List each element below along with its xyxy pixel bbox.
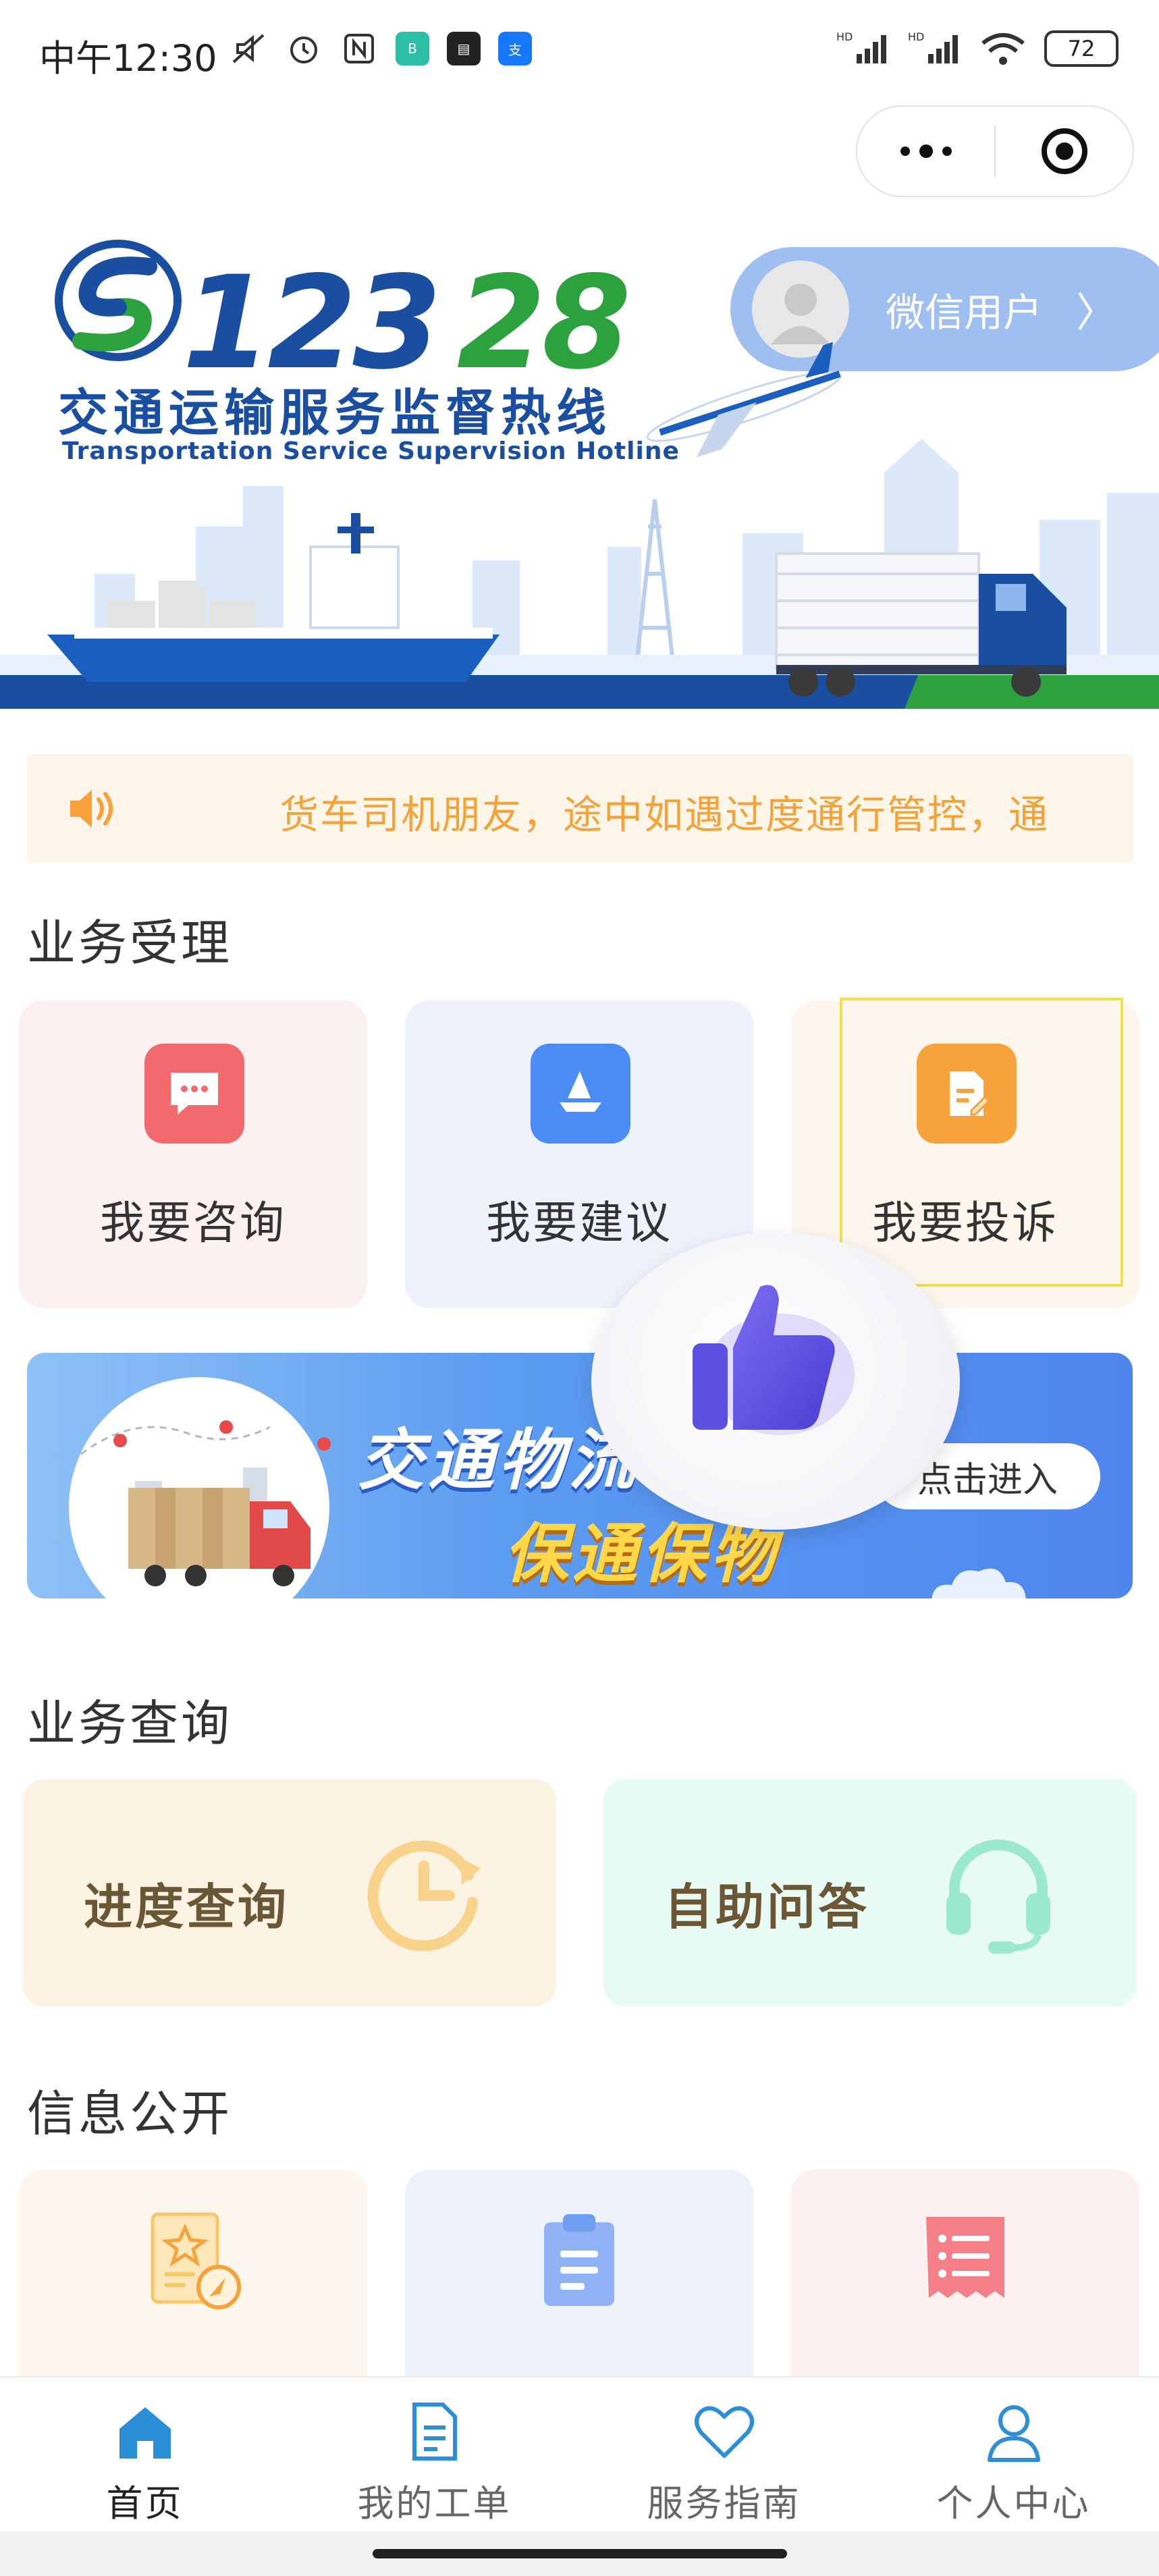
section-title-query: 业务查询 xyxy=(27,1695,233,1752)
policy-document-icon xyxy=(151,2212,241,2309)
hd-signal-icon: HD xyxy=(836,30,886,63)
status-time: 中午12:30 xyxy=(39,37,217,80)
mini-program-capsule xyxy=(856,105,1134,197)
section-title-business: 业务受理 xyxy=(27,915,233,971)
status-right-icons: HD HD 72 xyxy=(836,30,1118,68)
transport-scene-illustration xyxy=(0,342,1159,709)
consult-label: 我要咨询 xyxy=(100,1197,286,1249)
tab-home[interactable]: 首页 xyxy=(0,2378,290,2531)
boss-zhipin-app-icon: B xyxy=(396,32,429,65)
home-icon xyxy=(119,2407,171,2459)
tab-personal-center[interactable]: 个人中心 xyxy=(869,2378,1158,2531)
speaker-icon xyxy=(70,790,113,828)
heart-icon xyxy=(694,2406,754,2458)
hd-signal-icon: HD xyxy=(908,30,958,63)
mute-icon xyxy=(232,34,265,63)
paper-boat-icon xyxy=(531,1044,630,1144)
bottom-tab-bar: 首页 我的工单 服务指南 个人中心 xyxy=(0,2376,1159,2531)
section-title-info: 信息公开 xyxy=(27,2085,233,2142)
status-bar: 中午12:30 B ▤ 支 HD HD 72 xyxy=(0,0,1159,101)
cloud-decoration xyxy=(932,1568,1026,1599)
clock-refresh-icon xyxy=(367,1840,481,1952)
suggest-label: 我要建议 xyxy=(486,1197,672,1249)
self-service-qa-label: 自助问答 xyxy=(664,1879,870,1935)
progress-query-card[interactable]: 进度查询 xyxy=(23,1779,556,2006)
tab-personal-center-label: 个人中心 xyxy=(936,2482,1091,2525)
alarm-icon xyxy=(290,36,317,63)
tab-my-orders[interactable]: 我的工单 xyxy=(290,2378,579,2531)
target-close-icon[interactable] xyxy=(996,126,1133,177)
tab-my-orders-label: 我的工单 xyxy=(357,2482,512,2525)
receipt-list-icon xyxy=(926,2217,1004,2298)
more-dots-icon[interactable] xyxy=(857,144,994,158)
app-icon: ▤ xyxy=(447,32,481,65)
clipboard-icon xyxy=(544,2214,614,2306)
thumbs-up-icon xyxy=(693,1285,855,1435)
delivery-truck-illustration xyxy=(80,1420,331,1586)
tab-service-guide-label: 服务指南 xyxy=(647,2482,801,2525)
floating-like-button[interactable] xyxy=(591,1233,960,1530)
user-icon xyxy=(987,2405,1040,2462)
consult-card[interactable]: 我要咨询 xyxy=(19,1000,367,1308)
notice-text: 货车司机朋友，途中如遇过度通行管控，通 xyxy=(279,792,1050,838)
notice-bar[interactable]: 货车司机朋友，途中如遇过度通行管控，通 xyxy=(27,755,1133,863)
home-indicator[interactable] xyxy=(373,2549,787,2558)
wifi-icon xyxy=(981,33,1025,65)
document-icon xyxy=(412,2403,457,2461)
headset-icon xyxy=(946,1840,1050,1954)
tab-home-label: 首页 xyxy=(106,2482,184,2525)
svg-text:HD: HD xyxy=(836,30,853,43)
svg-text:HD: HD xyxy=(908,30,924,43)
header-banner: 123 28 交通运输服务监督热线 Transportation Service … xyxy=(0,223,1159,709)
battery-icon: 72 xyxy=(1044,30,1118,67)
alipay-app-icon: 支 xyxy=(498,32,532,65)
tab-service-guide[interactable]: 服务指南 xyxy=(579,2378,869,2531)
chat-bubble-icon xyxy=(144,1044,244,1144)
progress-query-label: 进度查询 xyxy=(84,1879,290,1935)
promo-banner[interactable]: 交通物流 保通保物 点击进入 xyxy=(27,1353,1133,1599)
nfc-icon xyxy=(344,34,374,63)
promo-title: 交通物流 xyxy=(358,1422,639,1499)
status-left-icons: B ▤ 支 xyxy=(230,30,532,68)
focus-highlight-box xyxy=(840,998,1123,1287)
self-service-qa-card[interactable]: 自助问答 xyxy=(603,1779,1137,2006)
